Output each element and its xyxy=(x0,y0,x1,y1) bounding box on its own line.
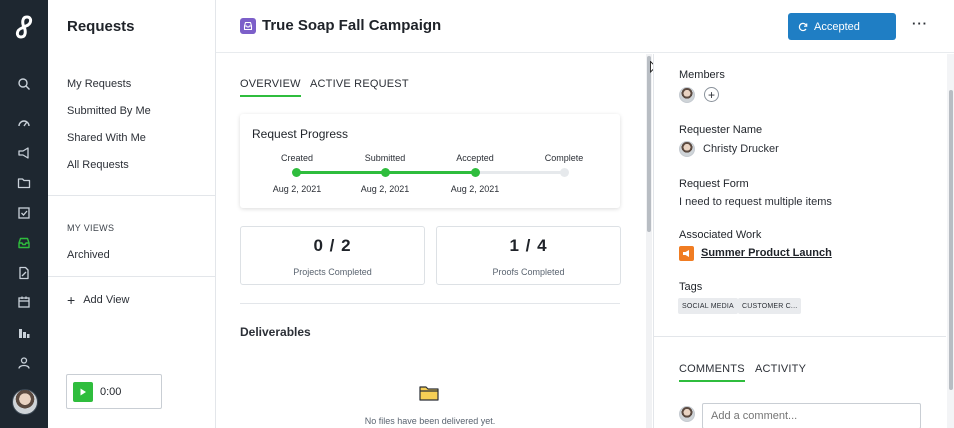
associated-work-link[interactable]: Summer Product Launch xyxy=(701,247,832,259)
projects-completed-value: 0 / 2 xyxy=(313,236,352,255)
checkbox-icon[interactable] xyxy=(14,203,34,223)
sidebar-item-submitted-by-me[interactable]: Submitted By Me xyxy=(67,105,151,117)
stage-dot-submitted xyxy=(381,168,390,177)
inbox-icon[interactable] xyxy=(14,233,34,253)
bar-chart-icon[interactable] xyxy=(14,323,34,343)
sidebar-item-all-requests[interactable]: All Requests xyxy=(67,159,129,171)
requester-name: Christy Drucker xyxy=(703,143,779,155)
time-tracker[interactable]: 0:00 xyxy=(66,374,162,409)
search-icon[interactable] xyxy=(14,74,34,94)
folder-icon xyxy=(419,386,439,401)
calendar-icon[interactable] xyxy=(14,292,34,312)
proofs-completed-value: 1 / 4 xyxy=(509,236,548,255)
member-avatar[interactable] xyxy=(679,87,695,103)
deliverables-title: Deliverables xyxy=(240,325,311,339)
my-views-heading: MY VIEWS xyxy=(67,223,115,233)
tags-label: Tags xyxy=(679,281,703,293)
request-details-panel: Members + Requester Name Christy Drucker… xyxy=(653,54,954,428)
request-form-label: Request Form xyxy=(679,178,749,190)
sidebar-divider xyxy=(48,276,216,277)
stage-dot-created xyxy=(292,168,301,177)
requester-label: Requester Name xyxy=(679,124,763,136)
page-title: True Soap Fall Campaign xyxy=(262,17,442,34)
campaign-icon xyxy=(679,246,694,261)
sidebar-divider xyxy=(48,195,216,196)
app-logo[interactable] xyxy=(0,0,48,54)
stage-label-submitted: Submitted xyxy=(364,153,406,163)
user-avatar[interactable] xyxy=(12,389,38,415)
stage-label-created: Created xyxy=(280,153,314,163)
projects-completed-card: 0 / 2 Projects Completed xyxy=(240,226,425,285)
tab-comments[interactable]: COMMENTS xyxy=(679,363,745,382)
stage-date-accepted: Aug 2, 2021 xyxy=(450,184,500,194)
plus-icon: + xyxy=(67,291,76,308)
stage-dot-complete xyxy=(560,168,569,177)
megaphone-icon[interactable] xyxy=(14,143,34,163)
folder-icon[interactable] xyxy=(14,173,34,193)
sidebar-title: Requests xyxy=(67,18,135,35)
stage-dot-accepted xyxy=(471,168,480,177)
stage-date-created: Aug 2, 2021 xyxy=(272,184,322,194)
more-options-button[interactable]: ··· xyxy=(912,16,927,34)
overview-panel: OVERVIEW ACTIVE REQUEST Request Progress… xyxy=(216,54,652,428)
request-form-value: I need to request multiple items xyxy=(679,196,832,208)
status-button-label: Accepted xyxy=(814,20,860,33)
request-progress-card: Request Progress Created Submitted Accep… xyxy=(240,114,620,208)
page-header: True Soap Fall Campaign Accepted ··· xyxy=(216,0,954,53)
section-divider xyxy=(240,303,620,304)
tab-overview[interactable]: OVERVIEW xyxy=(240,78,301,97)
add-member-button[interactable]: + xyxy=(704,87,719,102)
dashboard-icon[interactable] xyxy=(14,113,34,133)
add-view-label: Add View xyxy=(83,294,130,306)
request-icon xyxy=(240,18,256,34)
tag-chip[interactable]: SOCIAL MEDIA xyxy=(678,298,738,314)
tag-chip[interactable]: CUSTOMER C... xyxy=(738,298,802,314)
document-edit-icon[interactable] xyxy=(14,263,34,283)
stage-label-complete: Complete xyxy=(544,153,584,163)
play-icon[interactable] xyxy=(73,381,93,402)
details-scrollbar-thumb[interactable] xyxy=(949,90,953,390)
proofs-completed-card: 1 / 4 Proofs Completed xyxy=(436,226,621,285)
commenter-avatar xyxy=(679,406,695,422)
sidebar-item-my-requests[interactable]: My Requests xyxy=(67,78,131,90)
add-view-button[interactable]: + Add View xyxy=(67,291,130,308)
refresh-icon xyxy=(798,22,808,31)
panel-divider xyxy=(654,336,946,337)
logo-icon xyxy=(15,15,33,39)
progress-title: Request Progress xyxy=(252,127,349,141)
proofs-completed-label: Proofs Completed xyxy=(492,267,565,277)
requester-avatar xyxy=(679,141,695,157)
nav-rail xyxy=(0,0,48,428)
status-button[interactable]: Accepted xyxy=(788,13,896,40)
person-icon[interactable] xyxy=(14,353,34,373)
members-label: Members xyxy=(679,69,725,81)
comment-input[interactable] xyxy=(702,403,921,428)
sidebar-item-archived[interactable]: Archived xyxy=(67,249,110,261)
tab-active-request[interactable]: ACTIVE REQUEST xyxy=(310,78,409,90)
stage-label-accepted: Accepted xyxy=(456,153,494,163)
sidebar-item-shared-with-me[interactable]: Shared With Me xyxy=(67,132,146,144)
associated-work-label: Associated Work xyxy=(679,229,762,241)
requests-sidebar: Requests My Requests Submitted By Me Sha… xyxy=(48,0,216,428)
main-scrollbar-thumb[interactable] xyxy=(647,56,651,232)
tab-activity[interactable]: ACTIVITY xyxy=(755,363,806,375)
projects-completed-label: Projects Completed xyxy=(293,267,372,277)
stage-date-submitted: Aug 2, 2021 xyxy=(360,184,410,194)
timer-value: 0:00 xyxy=(100,385,122,398)
deliverables-empty-message: No files have been delivered yet. xyxy=(364,416,496,426)
